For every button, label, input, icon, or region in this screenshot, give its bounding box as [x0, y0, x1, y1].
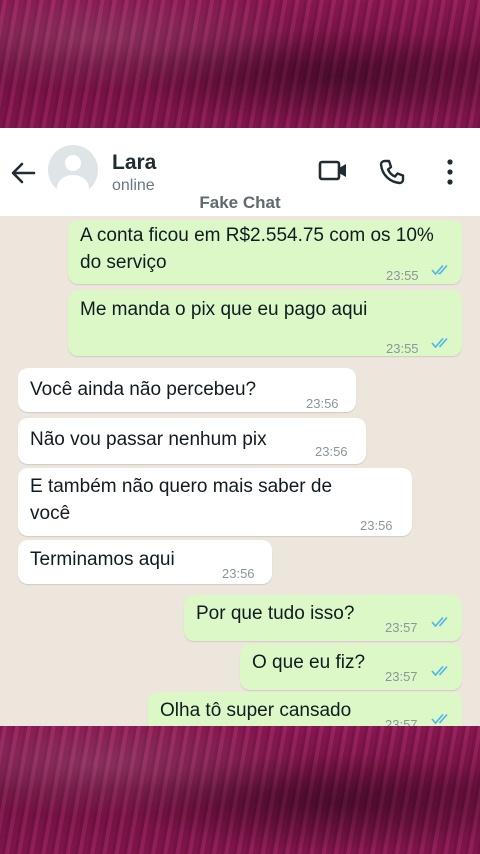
message-time: 23:57 — [385, 620, 418, 635]
message-text: Me manda o pix que eu pago aqui — [80, 299, 368, 320]
background-frame-bottom — [0, 726, 480, 854]
message-text: Você ainda não percebeu? — [30, 379, 257, 400]
message-bubble-outgoing[interactable]: Por que tudo isso? 23:57 — [184, 595, 462, 641]
more-vertical-icon[interactable] — [444, 158, 456, 186]
message-bubble-incoming[interactable]: E também não quero mais saber de você 23… — [18, 468, 412, 536]
message-bubble-outgoing[interactable]: O que eu fiz? 23:57 — [240, 644, 462, 690]
message-time: 23:56 — [360, 518, 393, 533]
message-time: 23:57 — [385, 717, 418, 726]
read-receipt-icon — [431, 264, 448, 276]
message-bubble-incoming[interactable]: Não vou passar nenhum pix 23:56 — [18, 418, 366, 464]
message-time: 23:57 — [385, 669, 418, 684]
read-receipt-icon — [431, 713, 448, 725]
message-text: E também não quero mais saber de você — [30, 476, 333, 524]
message-bubble-incoming[interactable]: Você ainda não percebeu? 23:56 — [18, 368, 356, 412]
message-bubble-outgoing[interactable]: Me manda o pix que eu pago aqui 23:55 — [68, 290, 462, 356]
message-text: Terminamos aqui — [30, 549, 175, 570]
chat-header: Lara online Fake Chat — [0, 128, 480, 216]
message-text: Olha tô super cansado — [160, 700, 352, 721]
background-frame-top — [0, 0, 480, 128]
message-bubble-outgoing[interactable]: Olha tô super cansado 23:57 — [148, 692, 462, 726]
message-time: 23:56 — [222, 566, 255, 581]
avatar[interactable] — [48, 145, 98, 195]
message-bubble-outgoing[interactable]: A conta ficou em R$2.554.75 com os 10% d… — [68, 220, 462, 284]
message-time: 23:56 — [315, 444, 348, 459]
contact-name[interactable]: Lara — [112, 151, 156, 175]
read-receipt-icon — [431, 337, 448, 349]
read-receipt-icon — [431, 616, 448, 628]
read-receipt-icon — [431, 665, 448, 677]
message-text: Não vou passar nenhum pix — [30, 429, 267, 450]
message-text: Por que tudo isso? — [196, 603, 355, 624]
chat-screen: Lara online Fake Chat A conta ficou em R… — [0, 128, 480, 726]
message-time: 23:55 — [386, 341, 419, 356]
phone-icon[interactable] — [378, 158, 406, 186]
arrow-left-icon[interactable] — [8, 158, 38, 188]
message-bubble-incoming[interactable]: Terminamos aqui 23:56 — [18, 540, 272, 584]
message-text: O que eu fiz? — [252, 652, 366, 673]
caption-label: Fake Chat — [199, 193, 281, 212]
video-camera-icon[interactable] — [318, 158, 348, 184]
message-time: 23:55 — [386, 268, 419, 283]
message-time: 23:56 — [306, 396, 339, 411]
